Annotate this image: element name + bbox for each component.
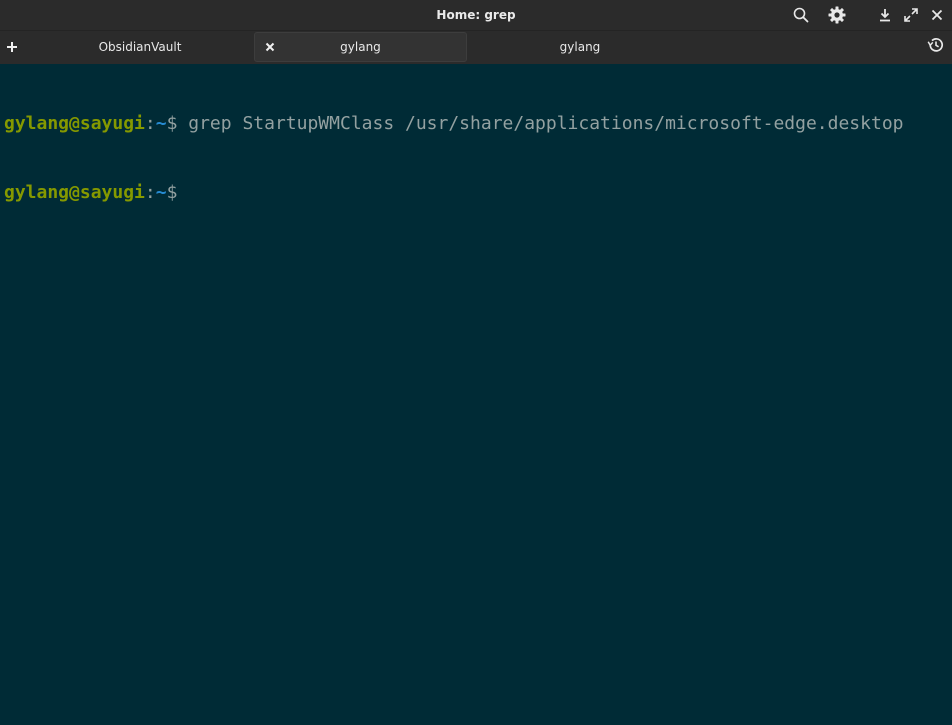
prompt-path: ~	[155, 113, 167, 134]
command-text: grep StartupWMClass /usr/share/applicati…	[177, 113, 904, 134]
prompt-path: ~	[155, 182, 167, 203]
tab-close-button[interactable]	[263, 41, 277, 55]
search-icon	[793, 7, 809, 23]
tab-obsidianvault[interactable]: ObsidianVault	[26, 32, 254, 62]
history-icon	[927, 36, 945, 58]
close-icon	[265, 41, 275, 55]
prompt-user-host: gylang@sayugi	[4, 182, 145, 203]
title-bar: Home: grep	[0, 0, 952, 30]
tab-label: gylang	[340, 40, 381, 54]
prompt-dollar: $	[166, 113, 178, 134]
title-actions	[788, 0, 952, 30]
maximize-button[interactable]	[898, 2, 924, 28]
download-icon	[878, 8, 892, 22]
terminal-line: gylang@sayugi:~$	[4, 181, 952, 204]
terminal-output[interactable]: gylang@sayugi:~$ grep StartupWMClass /us…	[0, 64, 952, 725]
minimize-button[interactable]	[872, 2, 898, 28]
tab-gylang[interactable]: gylang	[469, 32, 691, 62]
tab-label: ObsidianVault	[98, 40, 182, 54]
tab-gylang-active[interactable]: gylang	[254, 32, 467, 62]
plus-icon	[6, 38, 18, 57]
prompt-colon: :	[144, 113, 156, 134]
search-button[interactable]	[788, 2, 814, 28]
window-title: Home: grep	[436, 8, 516, 22]
tab-bar: ObsidianVault gylang gylang	[0, 30, 952, 64]
history-button[interactable]	[924, 34, 948, 60]
prompt-dollar: $	[166, 182, 178, 203]
close-window-button[interactable]	[924, 2, 950, 28]
close-icon	[931, 9, 943, 21]
new-tab-button[interactable]	[2, 34, 22, 60]
prompt-user-host: gylang@sayugi	[4, 113, 145, 134]
terminal-line: gylang@sayugi:~$ grep StartupWMClass /us…	[4, 112, 952, 135]
settings-button[interactable]	[824, 2, 850, 28]
gear-icon	[828, 6, 846, 24]
maximize-icon	[904, 8, 918, 22]
prompt-colon: :	[144, 182, 156, 203]
tab-label: gylang	[559, 40, 601, 54]
